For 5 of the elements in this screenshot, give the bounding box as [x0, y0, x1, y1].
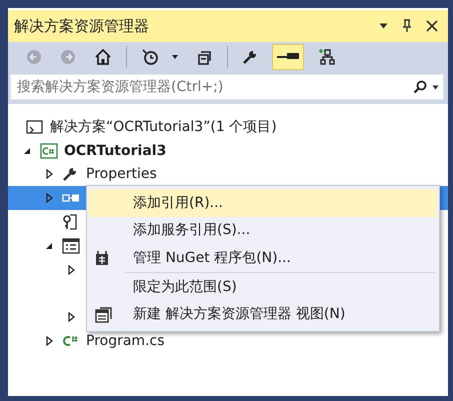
- tree-item-label: Program.cs: [86, 333, 165, 350]
- tree-item-label: 解决方案“OCRTutorial3”(1 个项目): [50, 118, 277, 136]
- tree-item-label: OCRTutorial3: [64, 142, 166, 159]
- tree-item-label: Properties: [86, 166, 157, 182]
- panel-title: 解决方案资源管理器: [14, 16, 150, 36]
